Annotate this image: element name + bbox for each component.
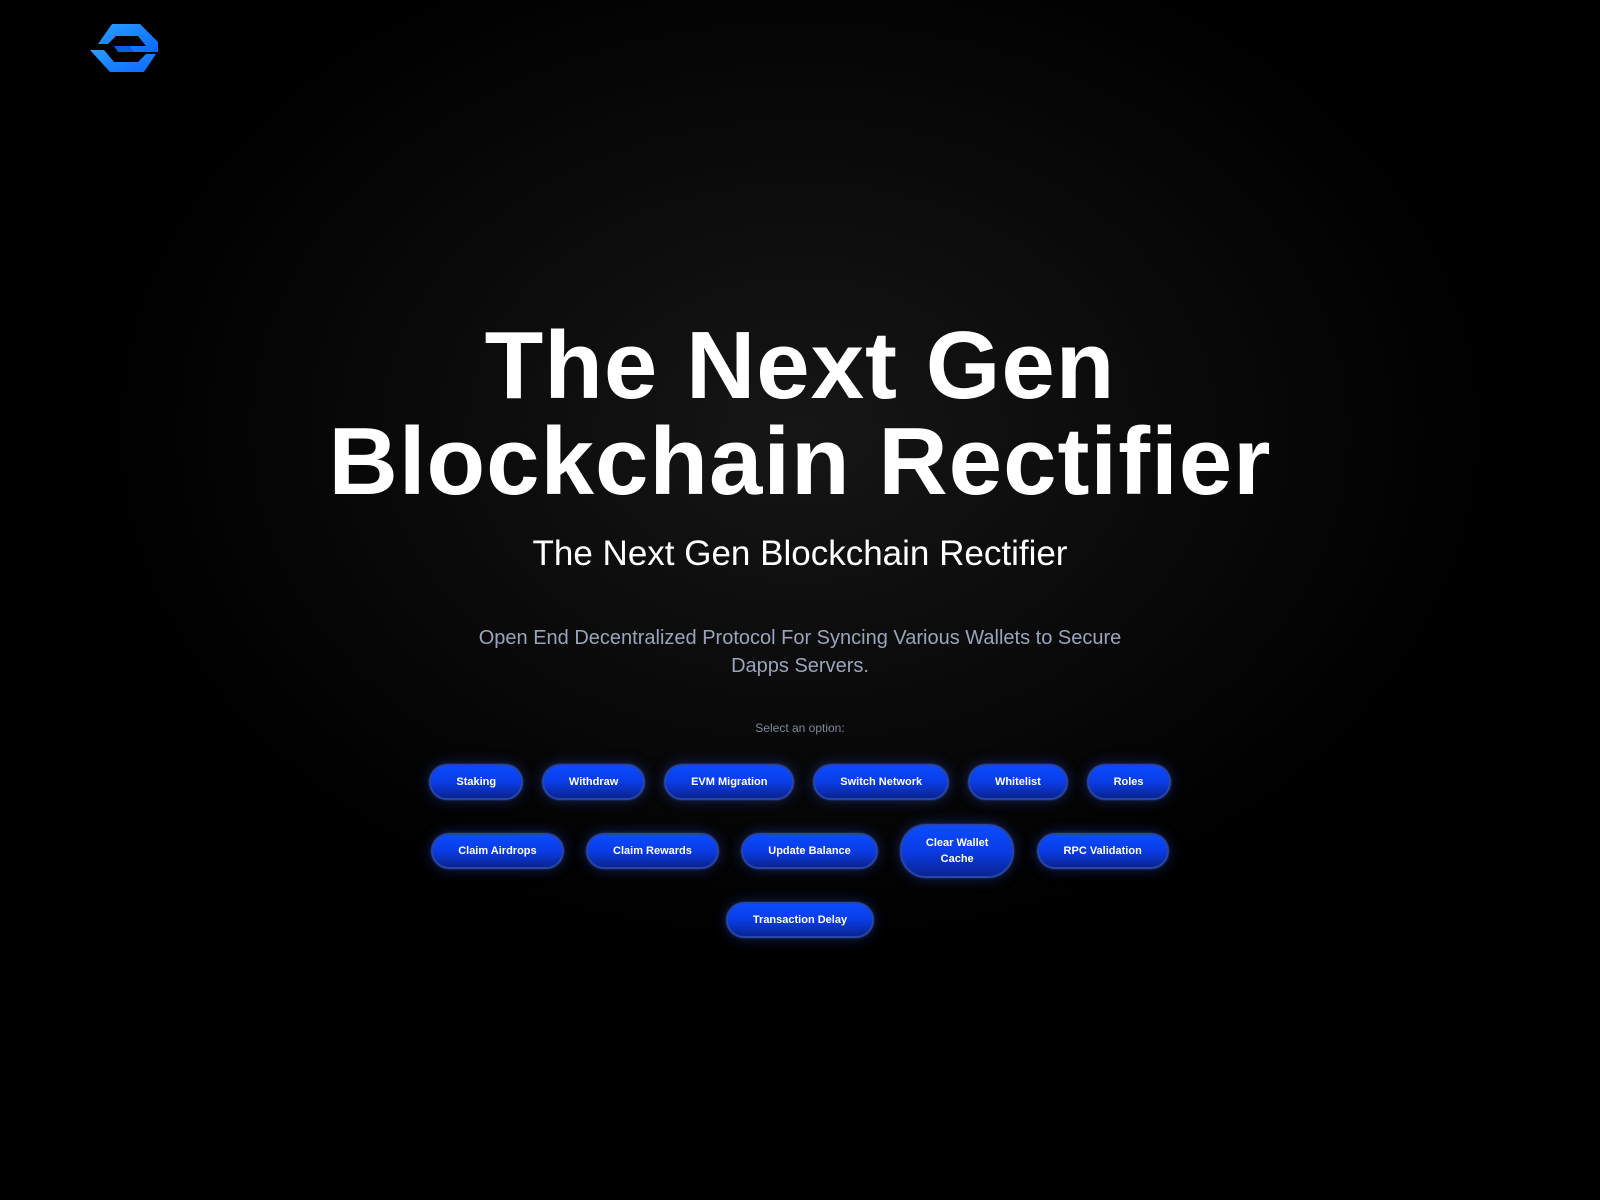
transaction-delay-button[interactable]: Transaction Delay [725,902,875,938]
clear-wallet-cache-button[interactable]: Clear Wallet Cache [900,824,1015,878]
evm-migration-button[interactable]: EVM Migration [664,764,795,800]
withdraw-button[interactable]: Withdraw [541,764,646,800]
page: The Next Gen Blockchain Rectifier The Ne… [0,0,1600,1200]
select-option-label: Select an option: [755,721,845,735]
update-balance-button[interactable]: Update Balance [741,833,878,869]
hero-title: The Next Gen Blockchain Rectifier [0,318,1600,510]
hero-description: Open End Decentralized Protocol For Sync… [470,624,1130,680]
hero-title-line-2: Blockchain Rectifier [328,408,1272,515]
switch-network-button[interactable]: Switch Network [813,764,950,800]
roles-button[interactable]: Roles [1086,764,1171,800]
brand-logo-icon[interactable] [90,22,162,76]
claim-airdrops-button[interactable]: Claim Airdrops [431,833,564,869]
staking-button[interactable]: Staking [429,764,524,800]
hero-description-line-1: Open End Decentralized Protocol For Sync… [478,627,1122,649]
whitelist-button[interactable]: Whitelist [967,764,1068,800]
rpc-validation-button[interactable]: RPC Validation [1036,833,1169,869]
hero-title-line-1: The Next Gen [484,312,1116,419]
hero-subtitle: The Next Gen Blockchain Rectifier [532,534,1068,573]
claim-rewards-button[interactable]: Claim Rewards [586,833,719,869]
hero-description-line-2: Dapps Servers. [731,655,869,677]
hero-section: The Next Gen Blockchain Rectifier The Ne… [0,318,1600,938]
options-grid: Staking Withdraw EVM Migration Switch Ne… [420,764,1180,938]
